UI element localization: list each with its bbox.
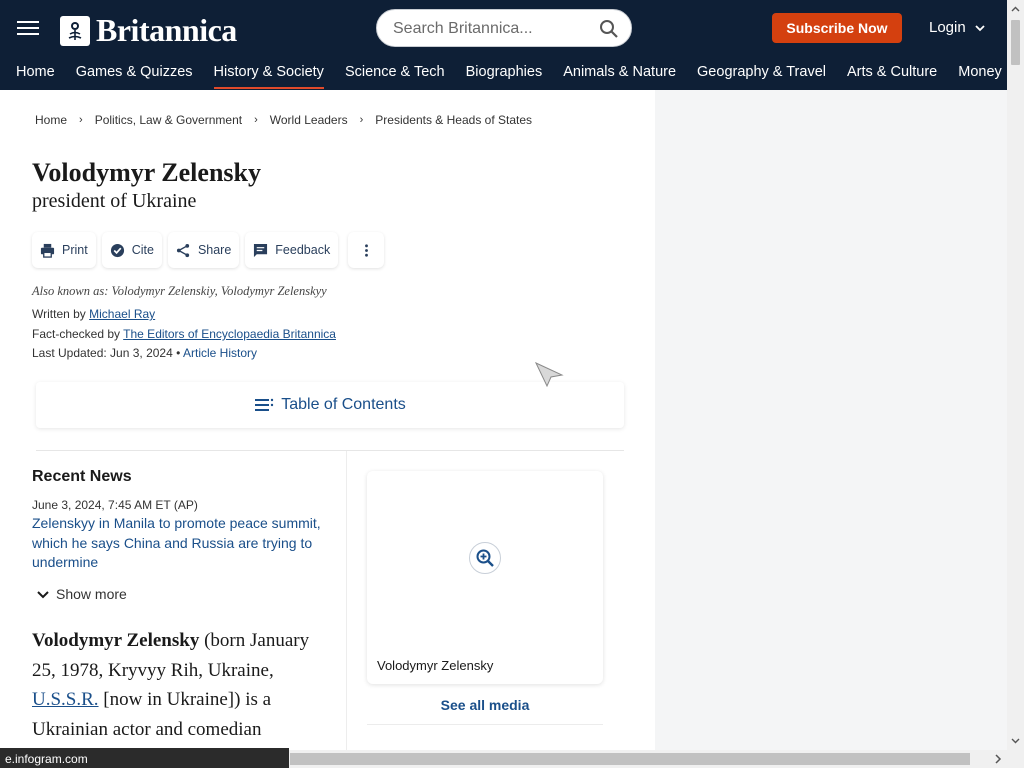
nav-item-arts-culture[interactable]: Arts & Culture [847, 62, 937, 86]
page-title: Volodymyr Zelensky [32, 158, 261, 187]
breadcrumb-presidents[interactable]: Presidents & Heads of States [375, 113, 532, 127]
nav-item-games-quizzes[interactable]: Games & Quizzes [76, 62, 193, 86]
chevron-down-icon [975, 24, 985, 31]
share-icon [176, 243, 190, 257]
more-options-button[interactable] [348, 232, 385, 268]
scroll-right-arrow-icon[interactable] [993, 754, 1003, 764]
feedback-button[interactable]: Feedback [245, 232, 339, 268]
article-history-link[interactable]: Article History [183, 346, 257, 360]
column-divider [346, 451, 347, 751]
bullet-separator: • [176, 346, 181, 360]
see-all-media-link[interactable]: See all media [367, 697, 603, 713]
login-button[interactable]: Login [929, 19, 985, 36]
media-card[interactable]: Volodymyr Zelensky [367, 471, 603, 684]
more-vertical-icon [364, 243, 368, 257]
search-box [376, 9, 632, 47]
scroll-down-arrow-icon[interactable] [1011, 736, 1020, 745]
zoom-in-icon [476, 549, 494, 567]
divider [367, 724, 603, 725]
hamburger-menu-icon[interactable] [17, 18, 39, 38]
subscribe-button[interactable]: Subscribe Now [772, 13, 902, 43]
page-subtitle: president of Ukraine [32, 190, 197, 212]
ussr-link[interactable]: U.S.S.R. [32, 689, 99, 710]
table-of-contents-button[interactable]: Table of Contents [36, 382, 624, 428]
breadcrumb-world-leaders[interactable]: World Leaders [270, 113, 348, 127]
news-timestamp: June 3, 2024, 7:45 AM ET (AP) [32, 498, 198, 512]
feedback-icon [254, 243, 268, 257]
show-more-label: Show more [56, 586, 127, 602]
article-intro: Volodymyr Zelensky (born January 25, 197… [32, 626, 332, 744]
show-more-button[interactable]: Show more [37, 586, 127, 602]
written-by-label: Written by [32, 307, 86, 321]
list-icon [255, 398, 274, 411]
toc-label: Table of Contents [281, 396, 406, 413]
news-headline-link[interactable]: Zelenskyy in Manila to promote peace sum… [32, 514, 332, 573]
logo-text: Britannica [96, 12, 237, 48]
nav-item-history-society[interactable]: History & Society [213, 62, 325, 89]
last-updated-label: Last Updated: Jun 3, 2024 [32, 346, 173, 360]
search-icon[interactable] [599, 19, 619, 39]
media-caption: Volodymyr Zelensky [377, 658, 494, 673]
search-input[interactable] [393, 18, 593, 40]
article-actions: Print Cite Share Feedback [32, 232, 390, 268]
vertical-scroll-thumb[interactable] [1011, 20, 1020, 65]
zoom-button[interactable] [469, 542, 501, 574]
fact-checker-link[interactable]: The Editors of Encyclopaedia Britannica [123, 327, 336, 341]
chevron-right-icon: › [254, 114, 258, 126]
nav-item-money[interactable]: Money [958, 62, 1002, 86]
also-known-as: Also known as: Volodymyr Zelenskiy, Volo… [32, 284, 327, 298]
fact-checked-label: Fact-checked by [32, 327, 121, 341]
nav-item-biographies[interactable]: Biographies [466, 62, 543, 86]
breadcrumb: Home › Politics, Law & Government › Worl… [35, 113, 532, 127]
print-button[interactable]: Print [32, 232, 96, 268]
main-nav: Home Games & Quizzes History & Society S… [0, 62, 1024, 89]
verified-check-icon [110, 243, 124, 257]
recent-news-heading: Recent News [32, 468, 132, 485]
status-bar-url: e.infogram.com [0, 748, 289, 768]
right-sidebar [655, 90, 1007, 750]
author-link[interactable]: Michael Ray [89, 307, 155, 321]
chevron-right-icon: › [359, 114, 364, 126]
thistle-logo-icon [60, 15, 90, 46]
cite-button[interactable]: Cite [101, 232, 162, 268]
subject-name: Volodymyr Zelensky [32, 630, 200, 651]
print-icon [40, 243, 55, 258]
written-by: Written by Michael Ray [32, 307, 155, 321]
chevron-right-icon: › [79, 114, 83, 126]
nav-item-animals-nature[interactable]: Animals & Nature [563, 62, 676, 86]
horizontal-scroll-thumb[interactable] [290, 753, 970, 765]
share-label: Share [197, 243, 232, 257]
site-header: Britannica Subscribe Now Login Home Game… [0, 0, 1024, 90]
breadcrumb-home[interactable]: Home [35, 113, 67, 127]
cite-label: Cite [131, 243, 154, 257]
vertical-scrollbar[interactable] [1007, 0, 1024, 750]
last-updated: Last Updated: Jun 3, 2024 • Article Hist… [32, 346, 257, 360]
nav-item-home[interactable]: Home [16, 62, 55, 86]
fact-checked-by: Fact-checked by The Editors of Encyclopa… [32, 327, 336, 341]
feedback-label: Feedback [275, 243, 331, 257]
nav-item-geography-travel[interactable]: Geography & Travel [697, 62, 826, 86]
divider [36, 450, 624, 451]
chevron-down-icon [37, 591, 49, 599]
mouse-cursor-icon [534, 361, 564, 387]
share-button[interactable]: Share [167, 232, 240, 268]
scrollbar-corner [1007, 750, 1024, 768]
nav-item-science-tech[interactable]: Science & Tech [345, 62, 445, 86]
britannica-logo[interactable]: Britannica [60, 12, 237, 49]
print-label: Print [62, 243, 88, 257]
scroll-up-arrow-icon[interactable] [1011, 5, 1020, 14]
breadcrumb-politics[interactable]: Politics, Law & Government [95, 113, 242, 127]
login-label: Login [929, 19, 966, 36]
